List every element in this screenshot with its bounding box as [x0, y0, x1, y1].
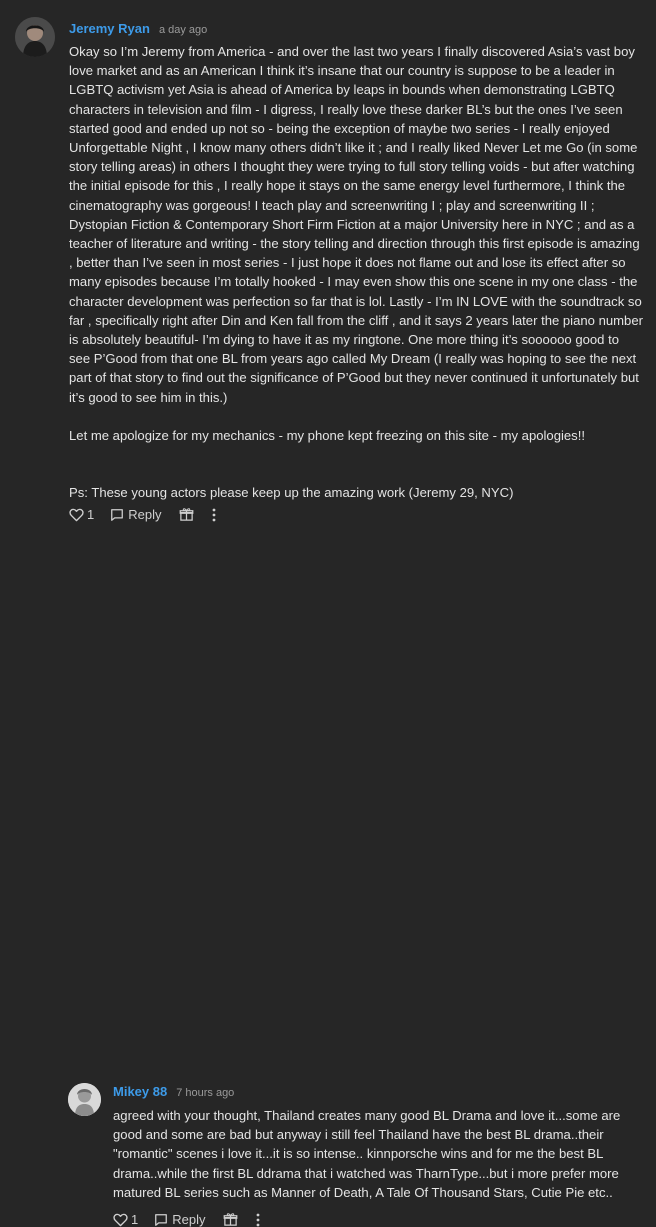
heart-icon [69, 508, 84, 521]
like-count: 1 [131, 1212, 139, 1227]
comment-body: Okay so I’m Jeremy from America - and ov… [69, 42, 643, 502]
comment-actions: 1 Reply [69, 507, 216, 522]
timestamp[interactable]: a day ago [159, 24, 207, 36]
gift-button[interactable] [179, 507, 194, 522]
like-button[interactable]: 1 [113, 1212, 138, 1227]
author-name[interactable]: Jeremy Ryan [69, 21, 150, 36]
comment-header: Jeremy Ryan a day ago [69, 21, 207, 36]
gift-icon [180, 508, 194, 521]
reply-bubble-icon [111, 508, 124, 521]
comment-actions: 1 Reply [113, 1212, 260, 1227]
reply-label: Reply [172, 1212, 206, 1227]
comment-paragraph: Okay so I’m Jeremy from America - and ov… [69, 44, 643, 405]
timestamp[interactable]: 7 hours ago [176, 1087, 234, 1099]
comment-header: Mikey 88 7 hours ago [113, 1084, 234, 1099]
more-vertical-icon [213, 508, 216, 521]
user-avatar-icon [15, 17, 55, 57]
author-name[interactable]: Mikey 88 [113, 1084, 167, 1099]
reply-button[interactable]: Reply [110, 507, 161, 522]
more-vertical-icon [257, 1213, 260, 1226]
reply-label: Reply [128, 507, 162, 522]
avatar[interactable] [68, 1083, 101, 1116]
comment-body: agreed with your thought, Thailand creat… [113, 1106, 643, 1202]
reply-bubble-icon [155, 1213, 168, 1226]
more-options-button[interactable] [212, 508, 216, 522]
more-options-button[interactable] [256, 1213, 260, 1227]
comment-paragraph: agreed with your thought, Thailand creat… [113, 1108, 621, 1200]
reply-button[interactable]: Reply [154, 1212, 205, 1227]
gift-button[interactable] [223, 1212, 238, 1227]
user-avatar-icon [68, 1083, 101, 1116]
avatar[interactable] [15, 17, 55, 57]
comment-paragraph: Let me apologize for my mechanics - my p… [69, 427, 585, 443]
gift-icon [224, 1213, 238, 1226]
comment-paragraph: Ps: These young actors please keep up th… [69, 485, 514, 501]
like-button[interactable]: 1 [69, 507, 94, 522]
like-count: 1 [87, 507, 95, 522]
heart-icon [113, 1213, 128, 1226]
